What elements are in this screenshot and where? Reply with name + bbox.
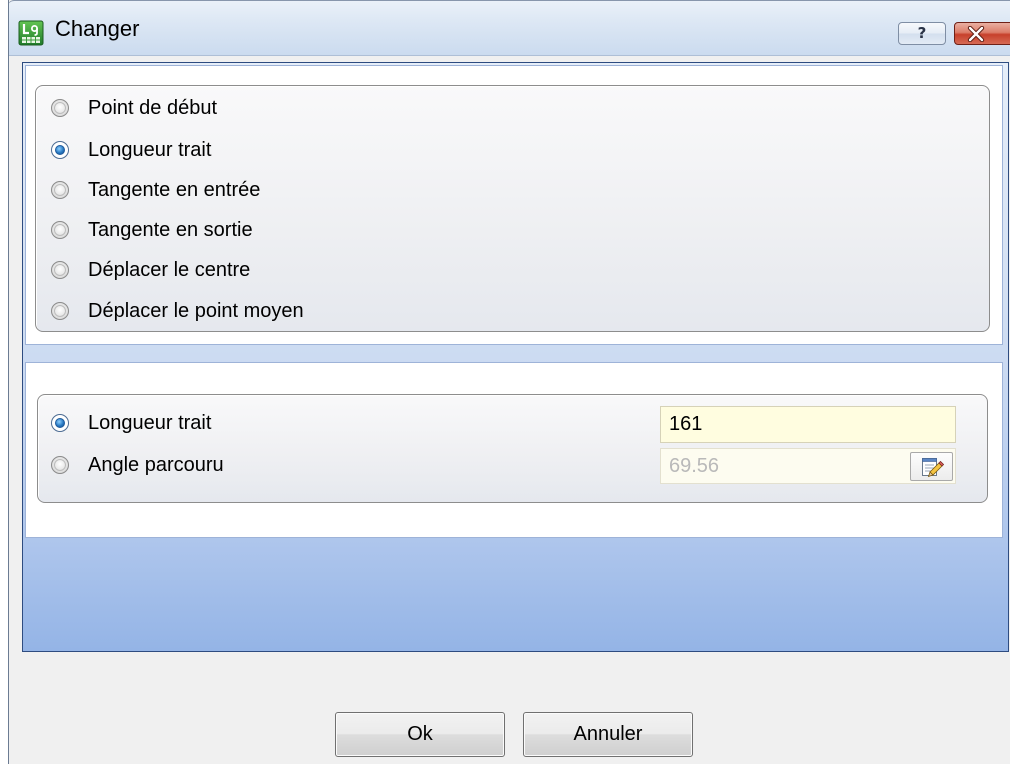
window-title: Changer [55, 16, 140, 41]
changer-dialog: Changer ? Point de début Longueur trait [8, 0, 1010, 764]
mode-option-point-de-debut[interactable]: Point de début [48, 93, 217, 123]
radio-label[interactable]: Longueur trait [88, 135, 211, 165]
radio-button[interactable] [51, 261, 69, 279]
mode-option-tangente-en-sortie[interactable]: Tangente en sortie [48, 215, 253, 245]
mode-groupbox: Point de début Longueur trait Tangente e… [35, 85, 990, 332]
radio-label[interactable]: Déplacer le centre [88, 255, 250, 285]
radio-label[interactable]: Déplacer le point moyen [88, 296, 304, 326]
mode-panel: Point de début Longueur trait Tangente e… [25, 65, 1003, 345]
window-frame-left [8, 0, 9, 764]
mode-option-longueur-trait[interactable]: Longueur trait [48, 135, 211, 165]
title-bar[interactable]: Changer ? [8, 0, 1010, 56]
length-input[interactable] [660, 406, 956, 443]
radio-button[interactable] [51, 221, 69, 239]
angle-field-group [660, 448, 956, 484]
close-icon [967, 26, 985, 42]
help-icon: ? [917, 24, 927, 42]
radio-label[interactable]: Angle parcouru [88, 450, 224, 480]
ok-button[interactable]: Ok [335, 712, 505, 757]
radio-label[interactable]: Longueur trait [88, 408, 211, 438]
radio-button[interactable] [51, 456, 69, 474]
app-icon[interactable] [18, 20, 44, 46]
help-button[interactable]: ? [898, 22, 946, 45]
parameters-groupbox: Longueur trait Angle parcouru [37, 394, 988, 503]
radio-button[interactable] [51, 141, 69, 159]
mode-option-tangente-en-entree[interactable]: Tangente en entrée [48, 175, 260, 205]
mode-option-deplacer-le-point-moyen[interactable]: Déplacer le point moyen [48, 296, 304, 326]
cancel-button[interactable]: Annuler [523, 712, 693, 757]
close-button[interactable] [954, 22, 1010, 45]
parameters-panel: Longueur trait Angle parcouru [25, 362, 1003, 538]
radio-label[interactable]: Tangente en sortie [88, 215, 253, 245]
param-option-angle-parcouru[interactable]: Angle parcouru [48, 450, 224, 480]
radio-label[interactable]: Point de début [88, 93, 217, 123]
radio-button[interactable] [51, 414, 69, 432]
edit-value-button[interactable] [910, 452, 953, 481]
radio-button[interactable] [51, 181, 69, 199]
radio-button[interactable] [51, 99, 69, 117]
radio-label[interactable]: Tangente en entrée [88, 175, 260, 205]
edit-notepad-icon [921, 457, 944, 477]
radio-button[interactable] [51, 302, 69, 320]
mode-option-deplacer-le-centre[interactable]: Déplacer le centre [48, 255, 250, 285]
param-option-longueur-trait[interactable]: Longueur trait [48, 408, 211, 438]
content-panel: Point de début Longueur trait Tangente e… [22, 62, 1009, 652]
